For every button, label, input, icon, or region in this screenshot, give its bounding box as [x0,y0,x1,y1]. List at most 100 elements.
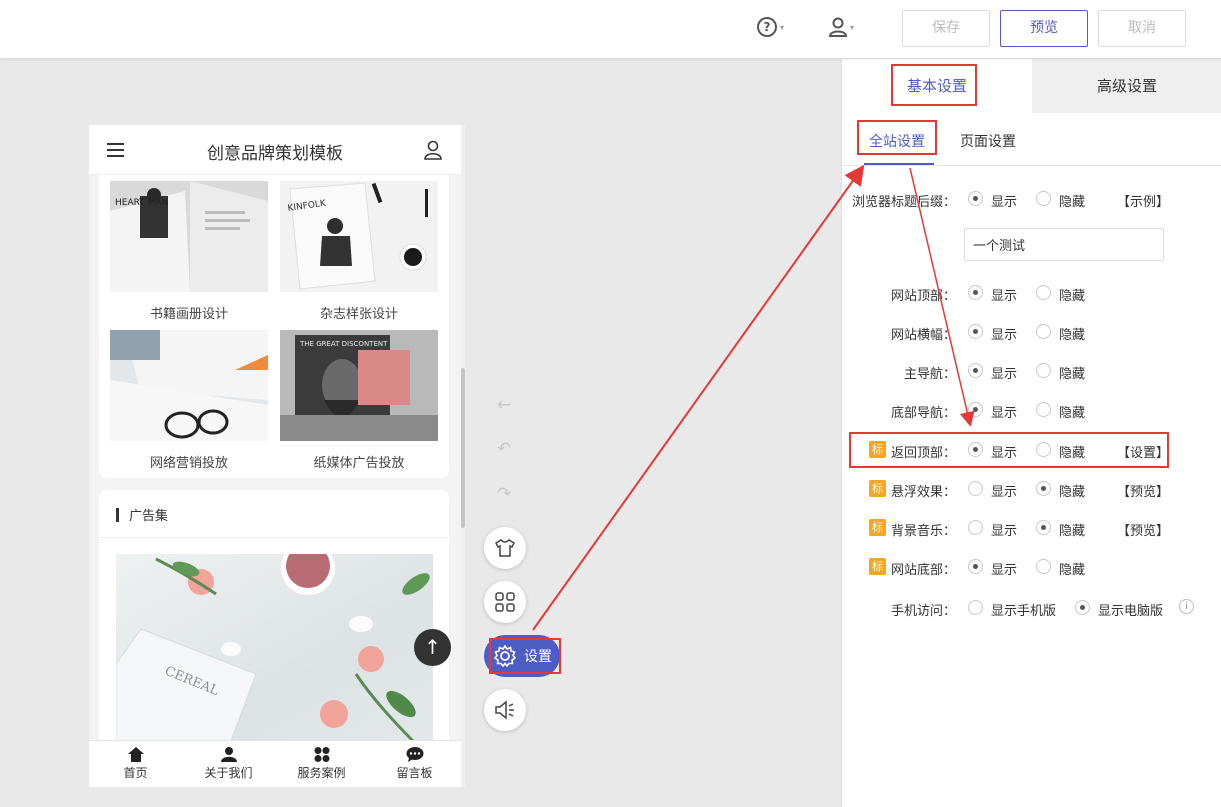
chevron-down-icon: ▾ [850,22,855,32]
setting-row: 标网站底部： 显示 隐藏 [842,557,1221,578]
modules-button[interactable] [484,581,526,623]
radio-hide[interactable] [1036,442,1051,457]
tag-badge: 标 [869,519,886,536]
portfolio-item-caption: 杂志样张设计 [319,307,398,322]
portfolio-item-image[interactable]: KINFOLK [280,181,438,292]
setting-row: 底部导航： 显示 隐藏 [842,400,1221,421]
subtab-site-settings[interactable]: 全站设置 [869,131,925,151]
help-icon: ? [757,17,777,37]
radio-label: 显示手机版 [991,604,1057,619]
divider [842,165,1221,166]
example-link[interactable]: 【示例】 [1117,191,1169,210]
radio-mobile-version[interactable] [968,600,983,615]
theme-button[interactable] [484,527,526,569]
radio-show[interactable] [968,559,983,574]
chat-icon [406,747,423,762]
radio-label: 显示 [991,485,1018,500]
section-title: 广告集 [129,509,169,524]
radio-label: 显示 [991,289,1018,304]
setting-label: 悬浮效果： [890,485,956,500]
setting-label: 网站横幅： [890,328,956,343]
setting-row-mobile-access: 手机访问： 显示手机版 显示电脑版 i [842,598,1221,619]
radio-hide[interactable] [1036,481,1051,496]
setting-row: 网站顶部： 显示 隐藏 [842,283,1221,304]
settings-button[interactable]: 设置 [484,635,560,677]
subtab-page-settings[interactable]: 页面设置 [960,131,1016,151]
radio-hide[interactable] [1036,559,1051,574]
row-action-link[interactable]: 【设置】 [1117,442,1169,461]
music-button[interactable] [484,689,526,731]
radio-show[interactable] [968,402,983,417]
setting-row: 网站横幅： 显示 隐藏 [842,322,1221,343]
radio-show[interactable] [968,442,983,457]
radio-hide[interactable] [1036,324,1051,339]
save-button[interactable]: 保存 [902,10,990,47]
shirt-icon [495,539,515,557]
title-suffix-input[interactable] [964,228,1164,261]
radio-show[interactable] [968,191,983,206]
radio-label: 隐藏 [1059,524,1086,539]
tab-advanced-settings[interactable]: 高级设置 [1032,59,1221,113]
preview-scrollbar[interactable] [461,125,465,787]
setting-row: 标背景音乐： 显示 隐藏 【预览】 [842,518,1221,539]
radio-label: 隐藏 [1059,446,1086,461]
gear-icon [494,645,516,667]
back-arrow-icon[interactable]: ← [497,395,511,415]
undo-icon[interactable]: ↶ [497,439,511,459]
radio-hide[interactable] [1036,285,1051,300]
setting-label: 主导航： [903,367,956,382]
info-icon[interactable]: i [1179,599,1194,614]
radio-label: 显示 [991,524,1018,539]
setting-row-title-suffix: 浏览器标题后缀： 显示 隐藏 【示例】 [842,189,1221,210]
help-menu[interactable]: ? ▾ [757,17,784,37]
setting-row: 主导航： 显示 隐藏 [842,361,1221,382]
user-icon [220,747,237,762]
radio-label: 显示 [991,367,1018,382]
setting-label: 返回顶部： [890,446,956,461]
radio-label: 显示 [991,446,1018,461]
tag-badge: 标 [869,441,886,458]
radio-show[interactable] [968,363,983,378]
home-icon [127,747,144,762]
radio-label: 显示 [991,563,1018,578]
radio-label: 显示电脑版 [1098,604,1164,619]
cancel-button[interactable]: 取消 [1098,10,1186,47]
radio-desktop-version[interactable] [1075,600,1090,615]
radio-show[interactable] [968,324,983,339]
mobile-header: 创意品牌策划模板 [89,125,461,175]
bottom-nav-cases[interactable]: 服务案例 [275,741,368,787]
back-to-top-button[interactable]: ↑ [414,629,451,666]
radio-show[interactable] [968,285,983,300]
radio-label: 显示 [991,328,1018,343]
chevron-down-icon: ▾ [780,22,785,32]
section-marker [116,508,119,522]
radio-hide[interactable] [1036,402,1051,417]
radio-show[interactable] [968,520,983,535]
settings-panel: 基本设置 高级设置 全站设置 页面设置 浏览器标题后缀： 显示 隐藏 【示例】 … [841,59,1221,807]
bottom-nav-guestbook[interactable]: 留言板 [368,741,461,787]
bottom-nav-home[interactable]: 首页 [89,741,182,787]
portfolio-item-image[interactable]: HEART MAN [110,181,268,292]
redo-icon[interactable]: ↷ [497,484,511,504]
setting-label: 浏览器标题后缀： [851,195,956,210]
user-icon[interactable] [423,140,443,160]
radio-hide[interactable] [1036,520,1051,535]
radio-hide[interactable] [1036,191,1051,206]
tab-basic-settings[interactable]: 基本设置 [842,59,1032,113]
scrollbar-thumb[interactable] [461,368,465,528]
row-action-link[interactable]: 【预览】 [1117,481,1169,500]
radio-label: 显示 [991,195,1018,210]
bottom-nav-about[interactable]: 关于我们 [182,741,275,787]
portfolio-item-image[interactable]: THE GREAT DISCONTENT [280,330,438,441]
account-menu[interactable]: ▾ [829,17,854,37]
radio-hide[interactable] [1036,363,1051,378]
radio-label: 隐藏 [1059,406,1086,421]
radio-label: 隐藏 [1059,195,1086,210]
portfolio-item-image[interactable] [110,330,268,441]
preview-button[interactable]: 预览 [1000,10,1088,47]
row-action-link[interactable]: 【预览】 [1117,520,1169,539]
radio-show[interactable] [968,481,983,496]
feature-image[interactable]: CEREAL [116,554,433,754]
radio-label: 显示 [991,406,1018,421]
setting-row: 标返回顶部： 显示 隐藏 【设置】 [842,440,1221,461]
